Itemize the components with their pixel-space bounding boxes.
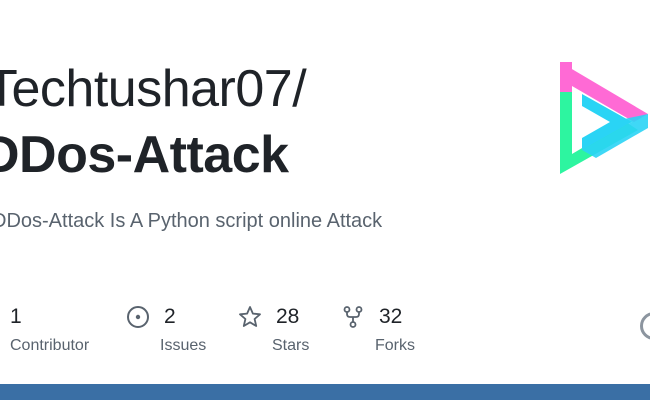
forks-count: 32 [379,305,403,328]
repo-name[interactable]: DDos-Attack [0,124,289,186]
repo-logo-icon [560,62,648,174]
repo-owner[interactable]: Techtushar07/ [0,58,307,120]
star-icon [239,306,261,327]
stars-label: Stars [272,337,310,354]
issues-stat[interactable]: 2 Issues [126,302,206,356]
contributors-stat[interactable]: 1 Contributor [10,302,89,356]
issues-count: 2 [164,305,176,328]
repo-description: DDos-Attack Is A Python script online At… [0,210,383,232]
fork-icon [343,306,363,328]
issues-label: Issues [160,337,207,354]
issue-icon [127,306,149,328]
avatar[interactable] [640,312,650,340]
forks-label: Forks [375,337,415,354]
stars-stat[interactable]: 28 Stars [238,302,309,356]
forks-stat[interactable]: 32 Forks [341,302,415,356]
contributors-count: 1 [10,305,22,328]
contributors-label: Contributor [10,337,90,354]
bottom-accent-bar [0,384,650,400]
stars-count: 28 [276,305,300,328]
